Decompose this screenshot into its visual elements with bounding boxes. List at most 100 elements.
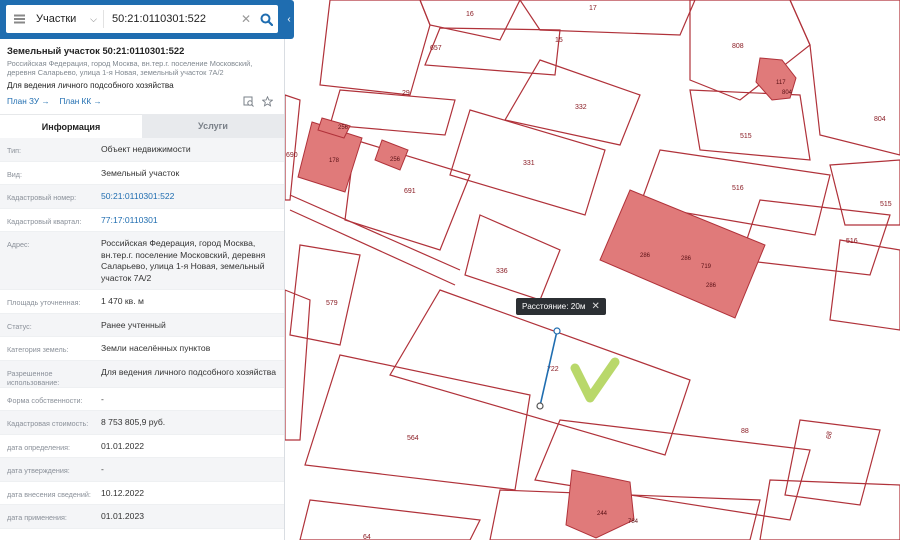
map-label-336: 336	[496, 268, 508, 275]
info-tabs: Информация Услуги	[0, 114, 284, 138]
building-286	[599, 189, 766, 319]
row-value: Земельный участок	[101, 167, 180, 178]
map-label-29: 29	[402, 90, 410, 97]
row-value: Российская Федерация, город Москва, вн.т…	[101, 238, 266, 283]
map-label-804a: 804	[782, 90, 793, 96]
parcel-564	[304, 354, 531, 491]
object-purpose: Для ведения личного подсобного хозяйства	[7, 81, 174, 90]
parcel-64	[299, 499, 481, 540]
parcel-336	[464, 214, 561, 301]
parcel-690	[284, 94, 301, 201]
row-value: Для ведения личного подсобного хозяйства	[101, 366, 276, 377]
map-label-286a: 286	[640, 253, 651, 259]
table-row: дата внесения сведений: 10.12.2022	[0, 482, 284, 505]
parcel-516b	[739, 199, 891, 276]
row-label: дата применения:	[7, 513, 67, 522]
table-row: Кадастровый квартал: 77:17:0110301	[0, 209, 284, 232]
close-icon[interactable]: ✕	[592, 301, 600, 312]
row-value: -	[101, 393, 104, 404]
parcel-misc1	[284, 289, 311, 441]
header-actions	[243, 95, 277, 107]
app: 16 17 657 15 808 29 332 117 804 804 515 …	[0, 0, 900, 540]
row-value: Ранее учтенный	[101, 319, 166, 330]
table-row: Кадастровая стоимость: 8 753 805,9 руб.	[0, 411, 284, 435]
row-value: 1 470 кв. м	[101, 296, 144, 306]
map-label-331: 331	[523, 160, 535, 167]
parcel-515	[689, 89, 811, 161]
table-row: Тип: Объект недвижимости	[0, 138, 284, 162]
plan-zu-link[interactable]: План ЗУ →	[7, 97, 50, 106]
row-label: дата определения:	[7, 442, 70, 452]
info-panel: Участки ⌵ 50:21:0110301:522 ✕ Земельный …	[0, 0, 285, 540]
parcel-misc3	[829, 239, 900, 331]
building-244	[565, 469, 635, 539]
tab-services[interactable]: Услуги	[142, 114, 284, 138]
parcel-804	[789, 0, 900, 156]
object-address: Российская Федерация, город Москва, вн.т…	[7, 59, 253, 77]
parcel-16	[419, 0, 521, 41]
search-icon	[260, 13, 273, 26]
collapse-icon: ‹	[287, 14, 291, 25]
row-label: Кадастровый номер:	[7, 193, 77, 202]
map-label-244: 244	[597, 511, 608, 517]
plan-kk-link[interactable]: План КК →	[60, 97, 102, 106]
row-label: Категория земель:	[7, 345, 69, 354]
row-label: Тип:	[7, 146, 21, 155]
map-label-256b: 256	[390, 157, 401, 163]
map-label-516a: 516	[732, 185, 744, 192]
row-value: 8 753 805,9 руб.	[101, 417, 166, 427]
search-button[interactable]	[254, 13, 278, 26]
clear-icon[interactable]: ✕	[238, 12, 254, 26]
plan-icon[interactable]	[243, 96, 254, 107]
map-label-515: 515	[740, 133, 752, 140]
category-select[interactable]: Участки ⌵	[32, 10, 104, 28]
row-label: Кадастровая стоимость:	[7, 419, 89, 428]
map-label-117: 117	[776, 80, 786, 86]
distance-start-handle[interactable]	[553, 327, 561, 335]
map-label-256a: 256	[338, 125, 349, 131]
cadastral-quarter-link[interactable]: 77:17:0110301	[101, 209, 277, 232]
map-label-88: 88	[741, 428, 749, 435]
collapse-panel-button[interactable]: ‹	[284, 0, 294, 39]
building-256b	[374, 139, 409, 171]
map-label-17: 17	[589, 5, 597, 12]
parcel-boundary-line	[289, 194, 461, 271]
cadastral-number-link[interactable]: 50:21:0110301:522	[101, 185, 277, 208]
star-icon[interactable]	[262, 95, 273, 107]
row-value: 01.01.2023	[101, 511, 145, 521]
table-row: Форма собственности: -	[0, 388, 284, 411]
table-row: Разрешенное использование: Для ведения ли…	[0, 360, 284, 388]
plan-links: План ЗУ → План КК →	[7, 94, 277, 108]
distance-end-handle[interactable]	[536, 402, 544, 410]
parcel-15	[424, 27, 561, 76]
map-label-286b: 286	[681, 256, 692, 262]
parcel-657	[319, 0, 431, 96]
row-label: дата утверждения:	[7, 466, 70, 475]
menu-icon[interactable]	[6, 5, 32, 33]
map-label-178: 178	[329, 158, 340, 164]
map-label-68: 68	[826, 431, 834, 440]
map-label-516b: 516	[846, 238, 858, 245]
map-label-515b: 515	[880, 201, 892, 208]
map-label-579: 579	[326, 300, 338, 307]
row-value: Объект недвижимости	[101, 144, 191, 154]
row-value: 10.12.2022	[101, 487, 145, 498]
row-label: Адрес:	[7, 240, 30, 249]
map-label-808: 808	[732, 43, 744, 50]
table-row: Площадь уточненная: 1 470 кв. м	[0, 290, 284, 314]
map-label-691: 691	[404, 188, 416, 195]
parcel-691	[344, 139, 471, 251]
properties-table: Тип: Объект недвижимости Вид: Земельный уч…	[0, 138, 284, 529]
search-input[interactable]: 50:21:0110301:522	[104, 13, 238, 25]
row-label: Разрешенное использование:	[7, 368, 60, 387]
row-label: Площадь уточненная:	[7, 298, 81, 307]
table-row: дата определения: 01.01.2022	[0, 435, 284, 458]
map-label-804b: 804	[874, 116, 886, 123]
row-label: Вид:	[7, 169, 22, 179]
row-label: дата внесения сведений:	[7, 489, 91, 499]
table-row: дата утверждения: -	[0, 458, 284, 482]
tab-information[interactable]: Информация	[0, 114, 142, 138]
map-label-16: 16	[466, 11, 474, 18]
parcel-579	[289, 244, 361, 346]
table-row: Категория земель: Земли населённых пункто…	[0, 337, 284, 361]
